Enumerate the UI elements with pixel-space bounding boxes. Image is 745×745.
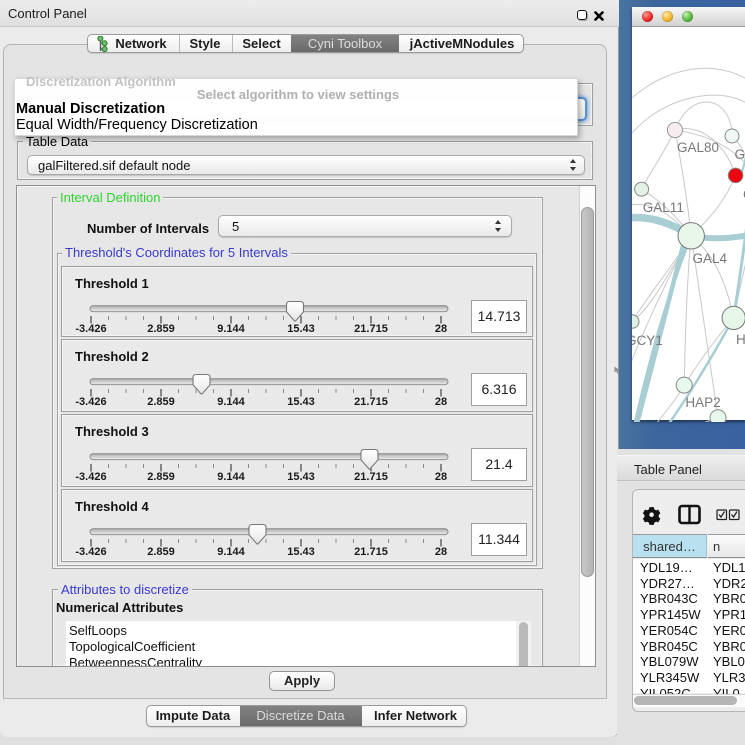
svg-text:GCY1: GCY1 bbox=[632, 333, 663, 348]
svg-text:21.715: 21.715 bbox=[354, 546, 388, 558]
svg-text:-3.426: -3.426 bbox=[75, 323, 106, 335]
svg-text:2.859: 2.859 bbox=[147, 396, 175, 408]
svg-text:GAL4: GAL4 bbox=[693, 251, 728, 266]
svg-text:28: 28 bbox=[435, 323, 447, 335]
svg-text:HAP2: HAP2 bbox=[685, 395, 720, 410]
svg-text:9.144: 9.144 bbox=[217, 323, 245, 335]
svg-text:-3.426: -3.426 bbox=[75, 396, 106, 408]
svg-text:21.715: 21.715 bbox=[354, 323, 388, 335]
svg-text:2.859: 2.859 bbox=[147, 471, 175, 483]
svg-text:15.43: 15.43 bbox=[287, 396, 315, 408]
svg-text:9.144: 9.144 bbox=[217, 396, 245, 408]
svg-text:2.859: 2.859 bbox=[147, 323, 175, 335]
svg-text:9.144: 9.144 bbox=[217, 471, 245, 483]
svg-text:21.715: 21.715 bbox=[354, 471, 388, 483]
svg-text:28: 28 bbox=[435, 396, 447, 408]
svg-text:9.144: 9.144 bbox=[217, 546, 245, 558]
svg-text:21.715: 21.715 bbox=[354, 396, 388, 408]
svg-text:28: 28 bbox=[435, 546, 447, 558]
svg-text:15.43: 15.43 bbox=[287, 546, 315, 558]
svg-text:H: H bbox=[736, 332, 745, 347]
svg-text:28: 28 bbox=[435, 471, 447, 483]
svg-text:15.43: 15.43 bbox=[287, 471, 315, 483]
svg-text:GAL80: GAL80 bbox=[677, 140, 719, 155]
svg-text:GAL11: GAL11 bbox=[643, 200, 684, 215]
svg-text:-3.426: -3.426 bbox=[75, 546, 106, 558]
svg-text:G.: G. bbox=[735, 147, 745, 162]
svg-text:15.43: 15.43 bbox=[287, 323, 315, 335]
svg-text:-3.426: -3.426 bbox=[75, 471, 106, 483]
svg-text:2.859: 2.859 bbox=[147, 546, 175, 558]
